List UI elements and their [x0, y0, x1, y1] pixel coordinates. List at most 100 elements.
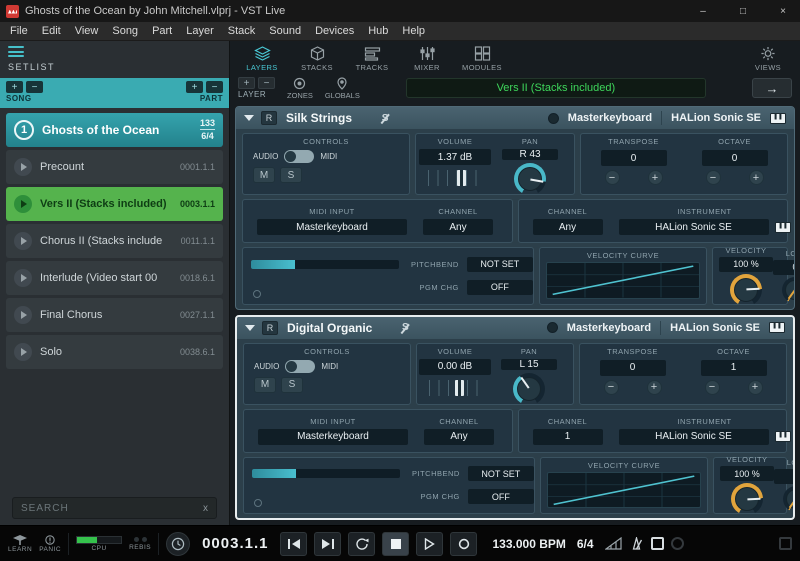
close-button[interactable]: ×	[766, 0, 800, 22]
layer-output-name[interactable]: Masterkeyboard	[568, 112, 652, 124]
volume-value[interactable]: 1.37 dB	[419, 149, 491, 165]
layer-instrument-name[interactable]: HALion Sonic SE	[671, 112, 761, 124]
menu-edit[interactable]: Edit	[35, 25, 68, 37]
keyboard-icon[interactable]	[775, 222, 791, 233]
learn-button[interactable]: LEARN	[8, 535, 32, 553]
layer-panel-silk-strings[interactable]: R Silk Strings S Masterkeyboard HALion S…	[235, 106, 795, 310]
pitchbend-value[interactable]: NOT SET	[468, 466, 534, 481]
low-limit-value[interactable]: 0	[774, 469, 795, 484]
layer-header[interactable]: R Digital Organic S Masterkeyboard HALio…	[237, 317, 793, 339]
volume-slider[interactable]	[428, 170, 482, 186]
output-channel-select[interactable]: 1	[533, 429, 603, 445]
octave-increment-button[interactable]: +	[749, 170, 764, 185]
output-channel-select[interactable]: Any	[533, 219, 603, 235]
menu-song[interactable]: Song	[105, 25, 145, 37]
remove-song-button[interactable]: −	[26, 81, 43, 93]
part-item[interactable]: Precount 0001.1.1	[6, 150, 223, 184]
volume-slider-handle[interactable]	[455, 380, 464, 396]
velocity-value[interactable]: 100 %	[719, 257, 773, 272]
program-change-value[interactable]: OFF	[468, 489, 534, 504]
menu-sound[interactable]: Sound	[262, 25, 308, 37]
play-part-icon[interactable]	[14, 269, 32, 287]
metronome-icon[interactable]	[629, 537, 644, 550]
tempo-display[interactable]: 133.000 BPM	[492, 537, 565, 551]
collapse-icon[interactable]	[245, 325, 255, 331]
timesig-display[interactable]: 6/4	[577, 537, 594, 551]
remove-layer-button[interactable]: −	[258, 77, 275, 89]
tab-mixer[interactable]: MIXER	[401, 44, 453, 74]
search-input[interactable]	[21, 503, 197, 514]
audio-midi-toggle[interactable]	[284, 150, 314, 163]
menu-layer[interactable]: Layer	[179, 25, 221, 37]
transpose-increment-button[interactable]: +	[648, 170, 663, 185]
zones-button[interactable]: ZONES	[287, 77, 313, 100]
minimize-button[interactable]: –	[686, 0, 720, 22]
play-part-icon[interactable]	[14, 158, 32, 176]
tab-views[interactable]: VIEWS	[742, 44, 794, 74]
tab-modules[interactable]: MODULES	[456, 44, 508, 74]
volume-slider-handle[interactable]	[457, 170, 466, 186]
octave-increment-button[interactable]: +	[748, 380, 763, 395]
add-layer-button[interactable]: +	[238, 77, 255, 89]
collapse-icon[interactable]	[244, 115, 254, 121]
solo-button[interactable]: S	[281, 377, 303, 393]
midi-input-select[interactable]: Masterkeyboard	[258, 429, 408, 445]
song-item-selected[interactable]: 1 Ghosts of the Ocean 133 6/4	[6, 113, 223, 147]
panic-button[interactable]: PANIC	[39, 535, 61, 553]
mute-button[interactable]: M	[254, 377, 276, 393]
globals-button[interactable]: GLOBALS	[325, 77, 360, 100]
velocity-curve-graph[interactable]	[546, 262, 700, 299]
menu-part[interactable]: Part	[145, 25, 179, 37]
transpose-increment-button[interactable]: +	[647, 380, 662, 395]
octave-decrement-button[interactable]: −	[705, 380, 720, 395]
octave-value[interactable]: 1	[701, 360, 767, 376]
cycle-button[interactable]	[348, 532, 375, 556]
tab-tracks[interactable]: TRACKS	[346, 44, 398, 74]
play-button[interactable]	[416, 532, 443, 556]
mute-button[interactable]: M	[253, 167, 275, 183]
octave-value[interactable]: 0	[702, 150, 768, 166]
metronome-clock-button[interactable]	[166, 532, 190, 556]
midi-input-select[interactable]: Masterkeyboard	[257, 219, 407, 235]
part-item[interactable]: Interlude (Video start 00 0018.6.1	[6, 261, 223, 295]
low-limit-knob[interactable]	[783, 486, 795, 512]
search-box[interactable]: x	[12, 497, 217, 519]
maximize-button[interactable]: □	[726, 0, 760, 22]
fast-forward-button[interactable]	[314, 532, 341, 556]
layer-header[interactable]: R Silk Strings S Masterkeyboard HALion S…	[236, 107, 794, 129]
midi-channel-select[interactable]: Any	[423, 219, 493, 235]
tab-layers[interactable]: LAYERS	[236, 44, 288, 74]
pan-value[interactable]: L 15	[501, 359, 557, 370]
volume-value[interactable]: 0.00 dB	[419, 359, 491, 375]
transpose-value[interactable]: 0	[600, 360, 666, 376]
velocity-curve-graph[interactable]	[547, 472, 701, 509]
stop-button[interactable]	[382, 532, 409, 556]
low-limit-value[interactable]: 0	[773, 260, 795, 275]
transpose-decrement-button[interactable]: −	[605, 170, 620, 185]
go-to-start-button[interactable]	[280, 532, 307, 556]
record-arm-button[interactable]: R	[261, 111, 277, 125]
pitchbend-value[interactable]: NOT SET	[467, 257, 533, 272]
menu-file[interactable]: File	[3, 25, 35, 37]
add-song-button[interactable]: +	[6, 81, 23, 93]
part-item[interactable]: Chorus II (Stacks include 0011.1.1	[6, 224, 223, 258]
click-enable-checkbox[interactable]	[651, 537, 664, 550]
pan-knob[interactable]	[513, 373, 545, 405]
layer-instrument-name[interactable]: HALion Sonic SE	[670, 322, 760, 334]
instrument-select[interactable]: HALion Sonic SE	[619, 219, 769, 235]
part-item[interactable]: Solo 0038.6.1	[6, 335, 223, 369]
play-part-icon[interactable]	[14, 232, 32, 250]
velocity-value[interactable]: 100 %	[720, 466, 774, 481]
transpose-decrement-button[interactable]: −	[604, 380, 619, 395]
menu-hub[interactable]: Hub	[361, 25, 395, 37]
keyboard-icon[interactable]	[769, 322, 785, 333]
precount-indicator[interactable]	[671, 537, 684, 550]
record-button[interactable]	[450, 532, 477, 556]
instrument-select[interactable]: HALion Sonic SE	[619, 429, 769, 445]
pan-value[interactable]: R 43	[502, 149, 558, 160]
tempo-ramp-icon[interactable]	[605, 537, 622, 550]
layer-panel-digital-organic[interactable]: R Digital Organic S Masterkeyboard HALio…	[235, 315, 795, 521]
low-limit-knob[interactable]	[782, 277, 795, 303]
menu-help[interactable]: Help	[395, 25, 432, 37]
play-part-icon[interactable]	[14, 306, 32, 324]
